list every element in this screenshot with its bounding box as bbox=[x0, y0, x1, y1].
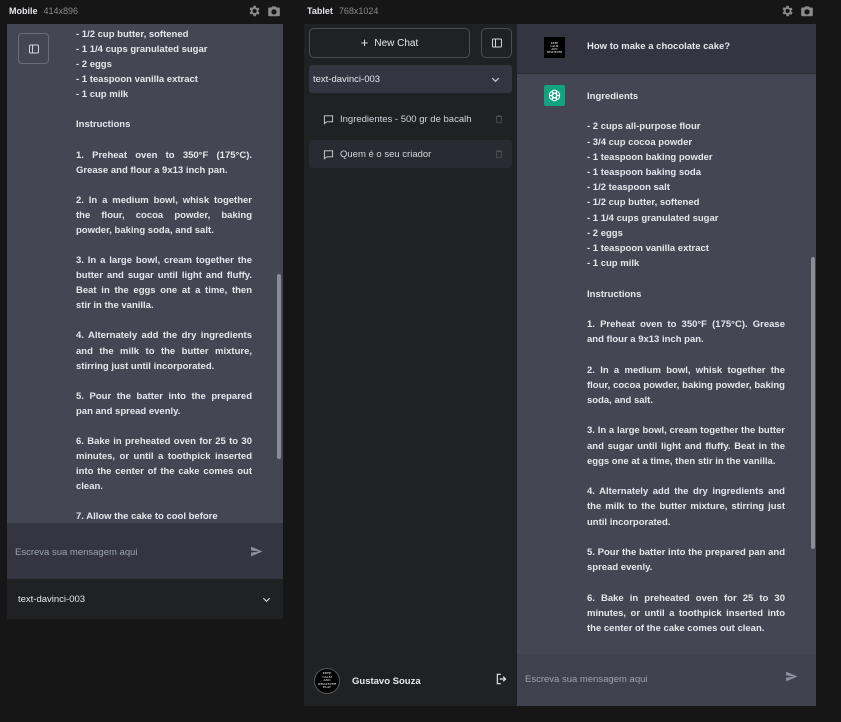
preview-title: Mobile bbox=[9, 6, 38, 16]
send-icon bbox=[786, 671, 798, 682]
list-item: - 1/2 teaspoon salt bbox=[587, 182, 670, 194]
message-input[interactable]: Escreva sua mensagem aqui bbox=[15, 547, 138, 558]
step-text: 3. In a large bowl, cream together the b… bbox=[76, 255, 252, 312]
user-name: Gustavo Souza bbox=[352, 675, 421, 687]
chevron-down-icon bbox=[491, 77, 500, 82]
conversation-title: Quem é o seu criador bbox=[340, 148, 432, 160]
openai-logo-icon bbox=[544, 85, 565, 106]
instructions-heading: Instructions bbox=[587, 288, 642, 300]
message-input-area: Escreva sua mensagem aqui bbox=[517, 654, 816, 706]
conversation-item[interactable]: Quem é o seu criador bbox=[309, 140, 512, 168]
conversation-title: Ingredientes - 500 gr de bacalh bbox=[340, 113, 472, 125]
list-item: - 1 teaspoon vanilla extract bbox=[587, 243, 709, 255]
tablet-frame: + New Chat text-davinci-003 Ingredientes… bbox=[304, 24, 816, 706]
step-text: 1. Preheat oven to 350°F (175°C). Grease… bbox=[76, 149, 252, 176]
sidebar: + New Chat text-davinci-003 Ingredientes… bbox=[304, 24, 517, 706]
gear-icon[interactable] bbox=[780, 4, 794, 18]
avatar: KEEP CALM AND WHATEVER PLAY bbox=[314, 668, 340, 694]
ingredients-heading: Ingredients bbox=[587, 91, 639, 102]
step-text: 6. Bake in preheated oven for 25 to 30 m… bbox=[76, 435, 252, 493]
logout-icon bbox=[496, 673, 507, 684]
new-chat-button[interactable]: + New Chat bbox=[309, 28, 470, 58]
avatar: KEEP CALM AND WHATEVER bbox=[544, 37, 565, 58]
list-item: - 1 cup milk bbox=[76, 89, 129, 101]
assistant-message: Ingredients - 2 cups all-purpose flour -… bbox=[517, 74, 816, 654]
send-button[interactable] bbox=[785, 670, 798, 688]
trash-icon[interactable] bbox=[494, 149, 504, 159]
mobile-preview-tools bbox=[247, 4, 281, 18]
chat-bubble-icon bbox=[323, 149, 334, 160]
step-text: 3. In a large bowl, cream together the b… bbox=[587, 425, 785, 467]
scrollbar[interactable] bbox=[811, 257, 815, 549]
chevron-down-icon bbox=[262, 597, 271, 602]
list-item: - 1/2 cup butter, softened bbox=[587, 197, 700, 209]
message-input-area: Escreva sua mensagem aqui bbox=[7, 523, 283, 579]
step-text: 4. Alternately add the dry ingredients a… bbox=[76, 330, 252, 372]
list-item: - 1 teaspoon baking powder bbox=[587, 151, 713, 163]
model-select-value: text-davinci-003 bbox=[18, 593, 86, 605]
user-message: KEEP CALM AND WHATEVER How to make a cho… bbox=[517, 24, 816, 74]
model-select[interactable]: text-davinci-003 bbox=[309, 65, 512, 93]
model-select[interactable]: text-davinci-003 bbox=[7, 579, 283, 619]
list-item: - 2 eggs bbox=[76, 59, 112, 71]
camera-icon[interactable] bbox=[267, 4, 281, 18]
step-text: 5. Pour the batter into the prepared pan… bbox=[76, 390, 252, 417]
step-text: 5. Pour the batter into the prepared pan… bbox=[587, 546, 785, 574]
list-item: - 1 cup milk bbox=[587, 258, 640, 270]
list-item: - 1 1/4 cups granulated sugar bbox=[587, 212, 719, 224]
trash-icon[interactable] bbox=[494, 114, 504, 124]
message-input[interactable]: Escreva sua mensagem aqui bbox=[525, 674, 648, 685]
list-item: - 2 eggs bbox=[587, 227, 623, 239]
gear-icon[interactable] bbox=[247, 4, 261, 18]
step-text: 2. In a medium bowl, whisk together the … bbox=[76, 194, 252, 236]
chat-bubble-icon bbox=[323, 114, 334, 125]
list-item: - 2 cups all-purpose flour bbox=[587, 121, 701, 133]
step-text: 4. Alternately add the dry ingredients a… bbox=[587, 486, 785, 528]
assistant-content: Ingredients - 2 cups all-purpose flour -… bbox=[587, 89, 785, 636]
sidebar-icon bbox=[28, 44, 39, 53]
tablet-preview-label: Tablet 768x1024 bbox=[307, 6, 378, 16]
preview-dims: 414x896 bbox=[43, 6, 79, 16]
step-text: 6. Bake in preheated oven for 25 to 30 m… bbox=[587, 592, 785, 634]
sidebar-toggle-button[interactable] bbox=[18, 33, 49, 64]
camera-icon[interactable] bbox=[800, 4, 814, 18]
list-item: - 3/4 cup cocoa powder bbox=[587, 136, 693, 148]
sidebar-icon bbox=[491, 38, 502, 48]
list-item: - 1 teaspoon vanilla extract bbox=[76, 74, 198, 86]
plus-icon: + bbox=[360, 35, 369, 50]
step-text: 1. Preheat oven to 350°F (175°C). Grease… bbox=[587, 319, 785, 346]
instructions-heading: Instructions bbox=[76, 119, 131, 131]
send-button[interactable] bbox=[250, 545, 263, 563]
list-item: - 1 teaspoon baking soda bbox=[587, 167, 702, 178]
logout-button[interactable] bbox=[495, 672, 509, 691]
mobile-chat-content: - 1/2 cup butter, softened - 1 1/4 cups … bbox=[76, 27, 252, 524]
new-chat-label: New Chat bbox=[374, 37, 419, 49]
list-item: - 1 1/4 cups granulated sugar bbox=[76, 44, 208, 56]
scrollbar[interactable] bbox=[277, 274, 281, 459]
model-select-value: text-davinci-003 bbox=[313, 73, 381, 85]
user-profile-bar: KEEP CALM AND WHATEVER PLAY Gustavo Souz… bbox=[304, 664, 517, 698]
user-question: How to make a chocolate cake? bbox=[587, 41, 731, 52]
conversation-item[interactable]: Ingredientes - 500 gr de bacalh bbox=[309, 105, 512, 133]
preview-dims: 768x1024 bbox=[338, 6, 379, 16]
chat-main: KEEP CALM AND WHATEVER How to make a cho… bbox=[517, 24, 816, 706]
tablet-preview-tools bbox=[780, 4, 814, 18]
send-icon bbox=[251, 546, 263, 557]
mobile-preview-label: Mobile 414x896 bbox=[9, 6, 78, 16]
list-item: - 1/2 cup butter, softened bbox=[76, 29, 189, 40]
sidebar-collapse-button[interactable] bbox=[481, 28, 512, 58]
mobile-frame: - 1/2 cup butter, softened - 1 1/4 cups … bbox=[7, 24, 283, 619]
preview-title: Tablet bbox=[307, 6, 333, 16]
step-text: 2. In a medium bowl, whisk together the … bbox=[587, 364, 785, 406]
